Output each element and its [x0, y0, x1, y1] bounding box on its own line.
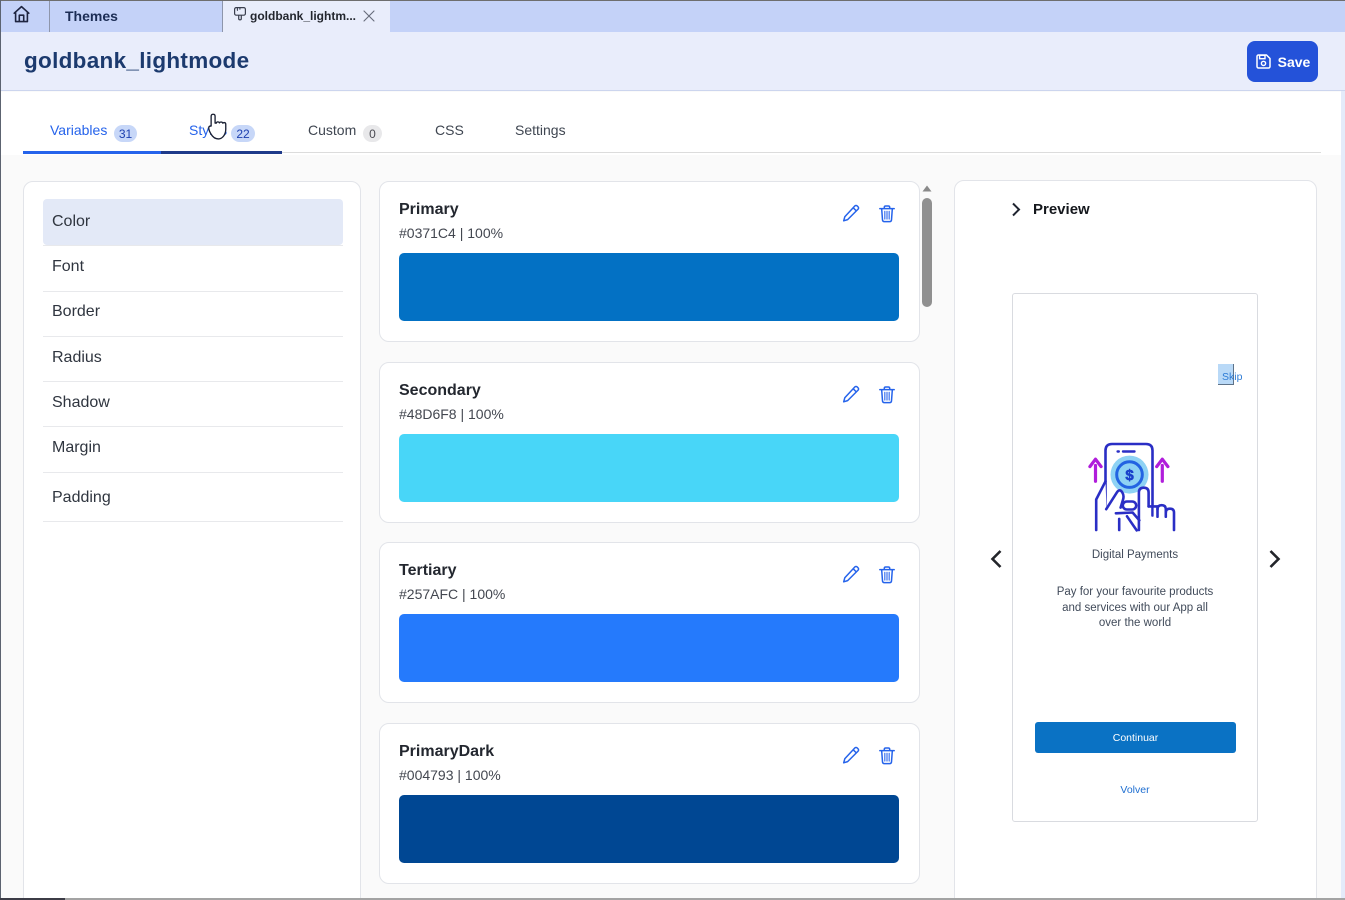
svg-text:$: $ [1125, 467, 1134, 484]
